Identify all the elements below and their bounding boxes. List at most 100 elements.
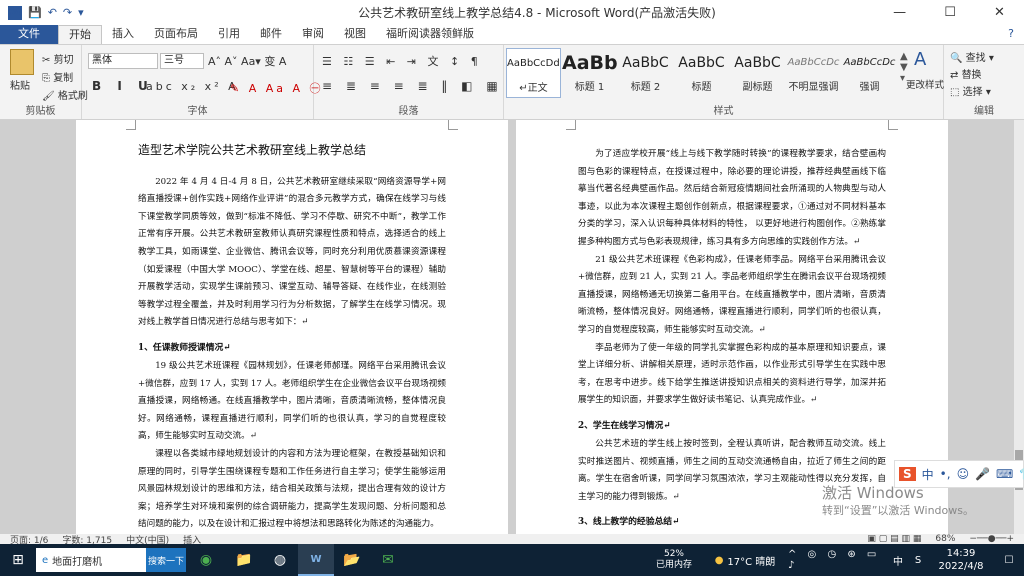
style-name: 标题 2: [630, 82, 661, 93]
font-group: 黑体 三号 A˄ A˅ Aa▾ 变 A B I U abc x₂ x² A ✎ …: [82, 45, 321, 119]
styles-group: AaBbCcDdI ↵正文 AaBb 标题 1 AaBbC 标题 2 AaBbC 标题 …: [504, 45, 944, 119]
alignment-icons[interactable]: ≡ ≣ ≡ ≡ ≣ ‖ ◧ ▦: [322, 79, 503, 93]
zoom-slider[interactable]: −──●──+: [969, 534, 1024, 544]
cut-button[interactable]: ✂ 剪切: [42, 51, 74, 66]
copy-button[interactable]: ⎘ 复制: [42, 69, 73, 84]
qat-dropdown-icon[interactable]: ▾: [78, 6, 84, 19]
wechat-icon[interactable]: ✉: [370, 544, 406, 576]
style-heading1[interactable]: AaBb 标题 1: [562, 48, 617, 98]
grow-shrink-font-icons[interactable]: A˄ A˅ Aa▾ 变 A: [208, 53, 286, 69]
replace-button[interactable]: ⇄ 替换: [950, 66, 982, 81]
tab-file[interactable]: 文件: [0, 25, 58, 44]
memory-label: 已用内存: [655, 560, 692, 570]
app-icon[interactable]: ◉: [186, 544, 226, 576]
page-right[interactable]: 为了适应学校开展“线上与线下教学随时转换”的课程教学要求，结合壁画构图与色彩的课…: [516, 120, 948, 534]
document-title: 造型艺术学院公共艺术教研室线上教学总结: [138, 143, 367, 157]
margin-mark: [566, 120, 576, 130]
close-button[interactable]: ✕: [994, 5, 1005, 20]
style-preview: AaBbC: [622, 55, 669, 71]
tab-mailings[interactable]: 邮件: [250, 25, 292, 44]
paragraph: 为了适应学校开展“线上与线下教学随时转换”的课程教学要求，结合壁画构图与色彩的课…: [578, 149, 886, 247]
find-button[interactable]: 🔍 查找 ▾: [950, 49, 994, 64]
sogou-icon[interactable]: S: [899, 467, 916, 481]
font-size-select[interactable]: 三号: [160, 53, 204, 69]
document-area: 造型艺术学院公共艺术教研室线上教学总结 2022 年 4 月 4 日-4 月 8…: [0, 120, 1014, 534]
style-subtitle[interactable]: AaBbC 副标题: [730, 48, 785, 98]
tab-view[interactable]: 视图: [334, 25, 376, 44]
maximize-button[interactable]: ☐: [944, 5, 956, 20]
paragraph: 李品老师为了使一年级的同学扎实掌握色彩构成的基本原理和知识要点，课堂上详细分析、…: [578, 342, 886, 406]
replace-label: 替换: [961, 70, 982, 81]
style-name: 强调: [859, 82, 880, 93]
redo-icon[interactable]: ↷: [63, 6, 72, 19]
ie-icon: e: [42, 554, 49, 566]
font-name-select[interactable]: 黑体: [88, 53, 158, 69]
style-heading2[interactable]: AaBbC 标题 2: [618, 48, 673, 98]
word-taskbar-icon[interactable]: W: [298, 544, 334, 576]
ime-mode[interactable]: 中: [922, 466, 934, 483]
paste-button[interactable]: 粘贴: [10, 77, 30, 92]
folder-icon[interactable]: 📁: [226, 544, 262, 576]
bold-italic-underline-icons[interactable]: B I U: [92, 79, 154, 93]
sogou-tray-icon[interactable]: S: [908, 544, 928, 576]
tab-page-layout[interactable]: 页面布局: [144, 25, 208, 44]
search-button[interactable]: 搜索一下: [146, 548, 186, 572]
ime-indicator[interactable]: 中: [888, 544, 908, 576]
zoom-level[interactable]: 68%: [935, 534, 955, 544]
margin-mark: [126, 120, 136, 130]
tab-insert[interactable]: 插入: [102, 25, 144, 44]
style-normal[interactable]: AaBbCcDdI ↵正文: [506, 48, 561, 98]
styles-group-label: 样式: [713, 106, 734, 117]
style-name: 副标题: [742, 82, 773, 93]
tab-home[interactable]: 开始: [58, 25, 102, 44]
clock[interactable]: 14:39 2022/4/8: [928, 544, 994, 576]
start-icon[interactable]: ⊞: [0, 544, 36, 576]
sun-icon: ●: [714, 554, 724, 566]
clipboard-group: 粘贴 ✂ 剪切 ⎘ 复制 🖌 格式刷 剪贴板: [0, 45, 88, 119]
tab-foxit[interactable]: 福昕阅读器领鲜版: [376, 25, 484, 44]
select-label: 选择: [962, 87, 983, 98]
microphone-icon[interactable]: 🎤: [975, 467, 990, 481]
copy-label: 复制: [53, 73, 74, 84]
heading: 1、任课教师授课情况↵: [138, 342, 231, 353]
font-color-icons[interactable]: ✎ A Aa A ㊀: [230, 80, 324, 96]
folder2-icon[interactable]: 📂: [334, 544, 370, 576]
undo-icon[interactable]: ↶: [48, 6, 57, 19]
style-preview: AaBbCcDdI: [507, 58, 560, 69]
minimize-button[interactable]: —: [893, 5, 906, 20]
status-bar: 页面: 1/6 字数: 1,715 中文(中国) 插入 ▣ ▢ ▤ ▥ ▦ 68…: [0, 534, 1024, 546]
style-emphasis[interactable]: AaBbCcDc 强调: [842, 48, 897, 98]
page-left[interactable]: 造型艺术学院公共艺术教研室线上教学总结 2022 年 4 月 4 日-4 月 8…: [76, 120, 508, 534]
punctuation-icon[interactable]: •,: [940, 467, 951, 481]
memory-widget[interactable]: 52% 已用内存: [646, 544, 702, 576]
weather-widget[interactable]: ● 17°C 晴朗: [702, 544, 788, 576]
cut-label: 剪切: [53, 55, 74, 66]
keyboard-icon[interactable]: ⌨: [996, 467, 1013, 481]
tab-references[interactable]: 引用: [208, 25, 250, 44]
paragraph: 2022 年 4 月 4 日-4 月 8 日，公共艺术教研室继续采取“网络资源导…: [138, 176, 446, 328]
tab-review[interactable]: 审阅: [292, 25, 334, 44]
skin-icon[interactable]: 👕: [1019, 467, 1024, 481]
style-preview: AaBbCcDc: [843, 57, 896, 68]
style-title[interactable]: AaBbC 标题: [674, 48, 729, 98]
notification-icon[interactable]: ☐: [994, 544, 1024, 576]
tray-icons[interactable]: ^ ◎ ◷ ⊛ ▭ ♪: [788, 544, 888, 576]
list-icons[interactable]: ☰ ☷ ☰ ⇤ ⇥ 文 ↕ ¶: [322, 53, 482, 69]
select-button[interactable]: ⬚ 选择 ▾: [950, 83, 991, 98]
paste-icon[interactable]: [10, 49, 34, 75]
chrome-icon[interactable]: ◍: [262, 544, 298, 576]
save-icon[interactable]: 💾: [28, 6, 42, 19]
editing-group-label: 编辑: [974, 106, 994, 117]
help-icon[interactable]: ?: [998, 25, 1024, 44]
style-name: 标题 1: [574, 82, 605, 93]
style-subtle-emphasis[interactable]: AaBbCcDc 不明显强调: [786, 48, 841, 98]
emoji-icon[interactable]: ☺: [957, 467, 970, 481]
ribbon: 粘贴 ✂ 剪切 ⎘ 复制 🖌 格式刷 剪贴板 黑体 三号 A˄ A˅ Aa▾ 变…: [0, 44, 1024, 120]
search-box[interactable]: e 地面打磨机: [36, 548, 146, 572]
view-buttons[interactable]: ▣ ▢ ▤ ▥ ▦: [867, 534, 921, 544]
change-styles-button[interactable]: 更改样式: [906, 77, 946, 91]
change-styles-icon[interactable]: A: [914, 49, 926, 70]
font-effects-icons[interactable]: abc x₂ x² A: [146, 80, 239, 93]
search-input[interactable]: 地面打磨机: [52, 553, 102, 568]
format-painter-button[interactable]: 🖌 格式刷: [42, 87, 88, 102]
